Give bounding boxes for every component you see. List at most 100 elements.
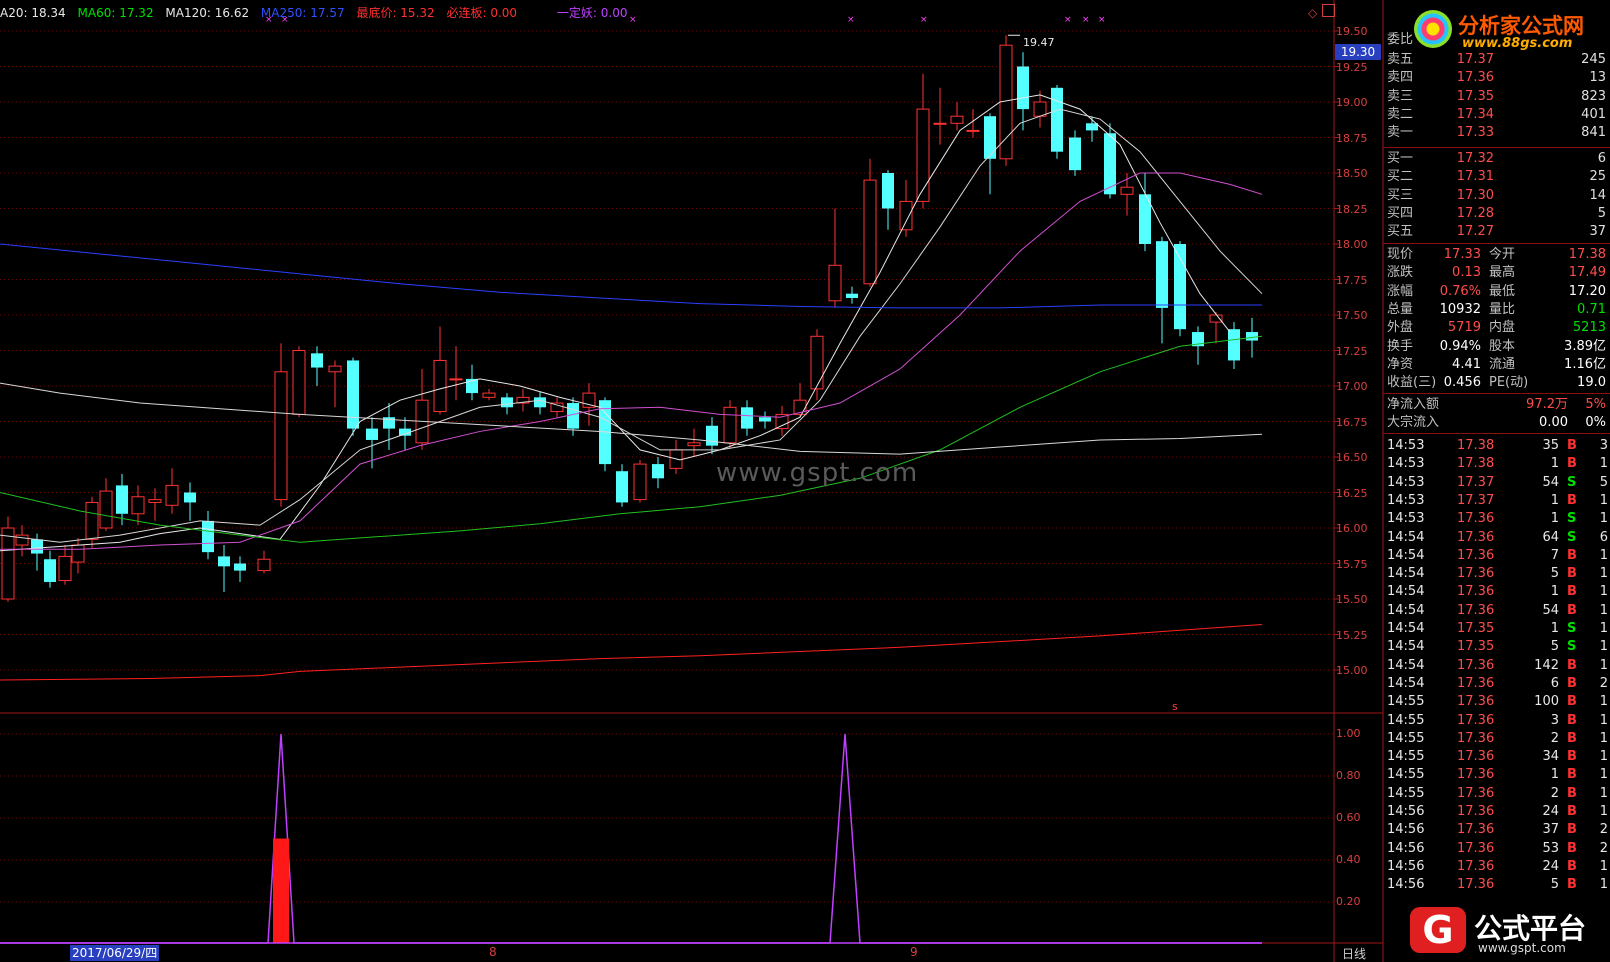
stat-key: PE(动) bbox=[1489, 375, 1529, 391]
stat-value: 17.38 bbox=[1568, 247, 1606, 262]
price-axis-label: 17.75 bbox=[1336, 273, 1368, 287]
tick-direction: B bbox=[1567, 492, 1577, 508]
trade-tick-row: 14:53 17.38 35 B 3 bbox=[1383, 437, 1610, 455]
tick-time: 14:56 bbox=[1387, 858, 1425, 874]
bid-label: 买四 bbox=[1387, 205, 1414, 221]
tick-time: 14:54 bbox=[1387, 675, 1425, 691]
bid-price: 17.28 bbox=[1456, 205, 1494, 221]
divider bbox=[1383, 243, 1610, 244]
trade-tick-row: 14:56 17.36 24 B 1 bbox=[1383, 803, 1610, 821]
tick-volume: 64 bbox=[1542, 529, 1559, 545]
tick-direction: B bbox=[1567, 712, 1577, 728]
tick-direction: B bbox=[1567, 767, 1577, 783]
tick-volume: 5 bbox=[1550, 566, 1559, 582]
stat-key: 最高 bbox=[1489, 265, 1516, 281]
tick-price: 17.36 bbox=[1457, 877, 1495, 893]
tick-volume: 34 bbox=[1542, 749, 1559, 765]
ma-legend: A20: 18.34 MA60: 17.32 MA120: 16.62 MA25… bbox=[0, 4, 635, 20]
tick-time: 14:56 bbox=[1387, 804, 1425, 819]
tick-price: 17.36 bbox=[1457, 840, 1495, 856]
price-axis-label: 15.50 bbox=[1336, 593, 1368, 606]
tick-direction: S bbox=[1567, 511, 1577, 527]
tick-volume: 2 bbox=[1550, 730, 1559, 746]
chart-options-icon[interactable]: ◇ bbox=[1308, 6, 1317, 20]
candle-body-up bbox=[933, 122, 947, 125]
candle-body-up bbox=[1209, 314, 1223, 323]
candle-body-down bbox=[311, 353, 323, 368]
tick-direction: B bbox=[1567, 785, 1577, 801]
tick-time: 14:56 bbox=[1387, 822, 1425, 838]
candle-body-down bbox=[366, 428, 378, 440]
tick-price: 17.36 bbox=[1457, 511, 1495, 527]
tick-direction: B bbox=[1567, 566, 1577, 582]
tick-count: 1 bbox=[1599, 456, 1608, 472]
candle-body-down bbox=[846, 293, 858, 298]
indicator-axis-label: 0.60 bbox=[1336, 811, 1361, 824]
stat-key: 流通 bbox=[1489, 356, 1516, 372]
indicator-axis-label: 0.80 bbox=[1336, 769, 1361, 782]
month-label-sep: 9 bbox=[910, 945, 918, 959]
center-watermark: www.gspt.com bbox=[716, 458, 919, 488]
tick-direction: B bbox=[1567, 822, 1577, 838]
price-axis-label: 16.75 bbox=[1336, 415, 1368, 429]
tick-time: 14:55 bbox=[1387, 730, 1425, 746]
candle-body-up bbox=[131, 496, 145, 515]
bid-label: 买三 bbox=[1387, 187, 1414, 203]
signal-marker: s bbox=[1172, 700, 1178, 713]
candle-body-up bbox=[99, 490, 113, 529]
candle-body-down bbox=[1017, 66, 1029, 110]
tick-time: 14:54 bbox=[1387, 639, 1425, 655]
tick-count: 1 bbox=[1599, 657, 1608, 673]
candle-body-up bbox=[950, 115, 964, 124]
candle-body-up bbox=[723, 406, 737, 444]
price-axis-label: 18.00 bbox=[1336, 238, 1368, 251]
tick-direction: S bbox=[1567, 529, 1577, 545]
tick-time: 14:54 bbox=[1387, 566, 1425, 582]
stat-value: 10932 bbox=[1439, 301, 1481, 317]
tick-direction: B bbox=[1567, 804, 1577, 819]
maximize-icon[interactable] bbox=[1322, 4, 1335, 17]
candle-body-up bbox=[1120, 186, 1134, 195]
stat-key: 总量 bbox=[1387, 301, 1414, 317]
tick-direction: S bbox=[1567, 474, 1577, 490]
stat-key: 收益(三) bbox=[1387, 375, 1437, 391]
month-label-aug: 8 bbox=[489, 945, 497, 959]
tick-count: 2 bbox=[1599, 822, 1608, 838]
candle-body-up bbox=[828, 264, 842, 302]
candle-body-down bbox=[1156, 241, 1168, 308]
candle-body-up bbox=[274, 371, 288, 501]
ask-price: 17.36 bbox=[1456, 70, 1494, 86]
ask-row: 卖二 17.34 401 bbox=[1383, 106, 1610, 124]
tick-time: 14:55 bbox=[1387, 694, 1425, 710]
tick-price: 17.36 bbox=[1457, 675, 1495, 691]
tick-price: 17.36 bbox=[1457, 804, 1495, 819]
period-selector[interactable]: 日线 bbox=[1342, 945, 1366, 962]
ma250-label: MA250: 17.57 bbox=[260, 6, 345, 20]
tick-price: 17.36 bbox=[1457, 785, 1495, 801]
trade-tick-row: 14:56 17.36 24 B 1 bbox=[1383, 858, 1610, 876]
tick-price: 17.36 bbox=[1457, 584, 1495, 600]
trade-tick-row: 14:56 17.36 5 B 1 bbox=[1383, 876, 1610, 894]
tick-volume: 7 bbox=[1550, 547, 1559, 563]
candle-body-up bbox=[687, 442, 701, 447]
indicator-line bbox=[0, 733, 1262, 944]
tick-direction: B bbox=[1567, 730, 1577, 746]
bid-price: 17.27 bbox=[1456, 224, 1494, 240]
bid-row: 买四 17.28 5 bbox=[1383, 205, 1610, 223]
tick-price: 17.36 bbox=[1457, 767, 1495, 783]
candle-body-up bbox=[433, 359, 447, 413]
stat-key: 股本 bbox=[1489, 338, 1516, 354]
lowest-price-label: 最底价: 15.32 bbox=[356, 6, 435, 20]
stat-value: 0.94% bbox=[1439, 338, 1481, 354]
tick-price: 17.38 bbox=[1457, 456, 1495, 472]
brand-logo-url: www.88gs.com bbox=[1462, 36, 1573, 51]
tick-count: 1 bbox=[1599, 511, 1608, 527]
candle-body-up bbox=[1, 527, 15, 600]
stat-key: 外盘 bbox=[1387, 320, 1414, 336]
bid-row: 买五 17.27 37 bbox=[1383, 223, 1610, 241]
tick-time: 14:54 bbox=[1387, 657, 1425, 673]
price-axis-label: 15.75 bbox=[1336, 557, 1368, 571]
flow-row: 净流入额 97.2万 5% bbox=[1383, 396, 1610, 414]
tick-price: 17.36 bbox=[1457, 657, 1495, 673]
candle-body-down bbox=[1051, 87, 1063, 152]
